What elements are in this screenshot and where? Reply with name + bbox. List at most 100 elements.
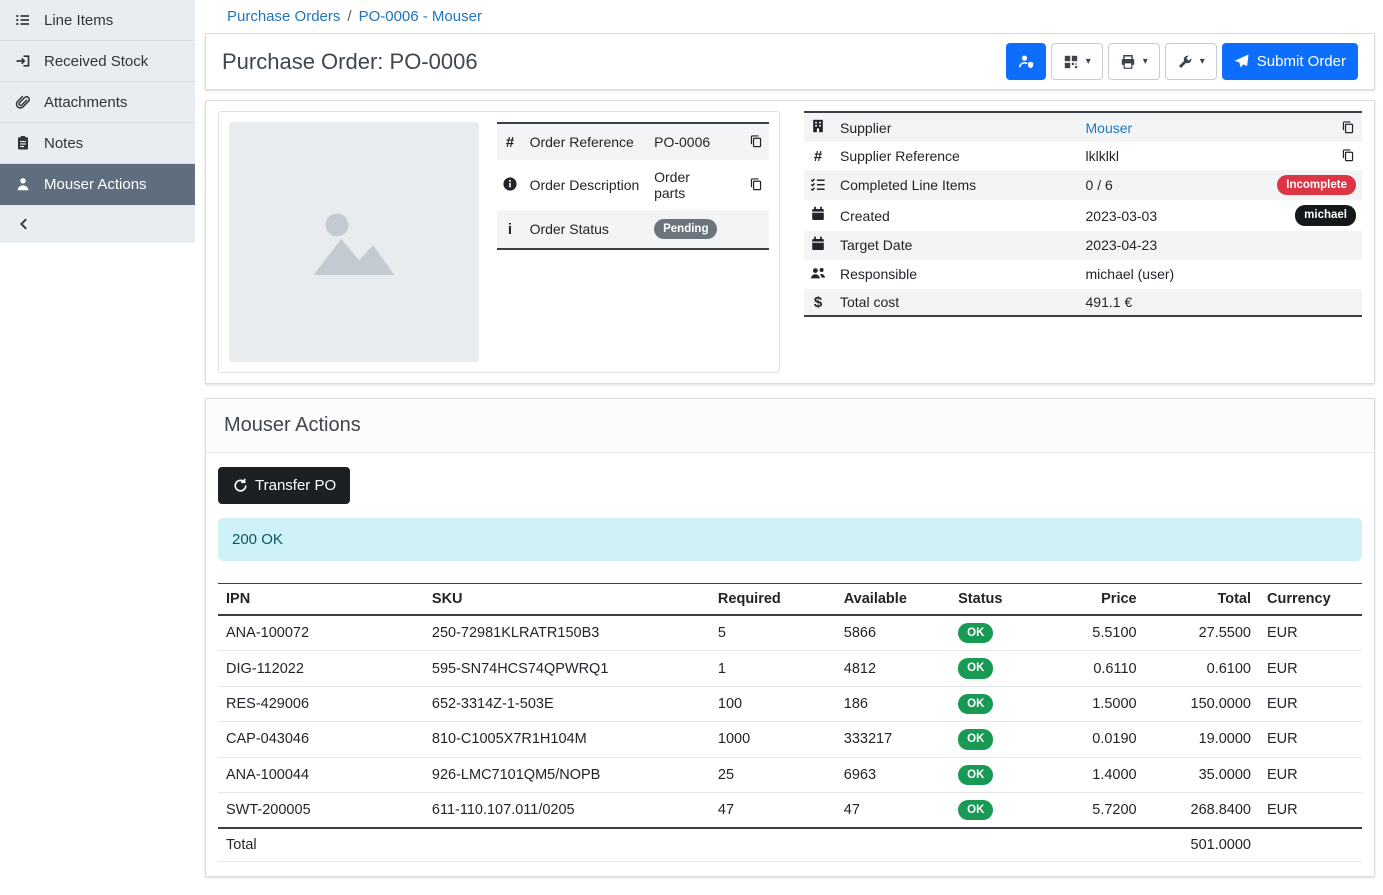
status-alert: 200 OK (218, 518, 1362, 561)
order-description-value: Order parts (654, 169, 690, 201)
issue-order-button[interactable] (1006, 43, 1046, 80)
footer-total-label: Total (218, 828, 424, 862)
breadcrumb-link-po-0006-mouser[interactable]: PO-0006 - Mouser (359, 8, 482, 25)
sign-in-icon (15, 53, 31, 69)
column-header-sku: SKU (424, 584, 710, 616)
cell-currency: EUR (1259, 722, 1362, 757)
cell-ipn: DIG-112022 (218, 651, 424, 686)
dollar-icon: $ (810, 294, 826, 310)
line-item-row: RES-429006652-3314Z-1-503E100186OK1.5000… (218, 686, 1362, 721)
main-content: Purchase Orders / PO-0006 - Mouser Purchas… (195, 0, 1383, 895)
order-reference-label: Order Reference (525, 123, 650, 160)
list-icon (15, 12, 31, 28)
hash-icon: # (502, 134, 518, 150)
chevron-left-icon (16, 216, 32, 232)
breadcrumb-link-purchase-orders[interactable]: Purchase Orders (227, 8, 340, 25)
detail-row-order-status: iOrder StatusPending (497, 210, 769, 249)
supplier-reference-value: lklklkl (1086, 148, 1119, 164)
user-icon (15, 176, 31, 192)
sidebar-item-received-stock[interactable]: Received Stock (0, 41, 195, 82)
paperclip-icon (15, 94, 31, 110)
hash-icon: # (810, 148, 826, 164)
cell-ipn: RES-429006 (218, 686, 424, 721)
order-actions-button[interactable]: ▾ (1165, 43, 1217, 80)
panel-header: Mouser Actions (206, 399, 1374, 453)
line-item-row: DIG-112022595-SN74HCS74QPWRQ114812OK0.61… (218, 651, 1362, 686)
sidebar-item-label: Attachments (44, 94, 127, 111)
copy-icon[interactable] (1340, 147, 1356, 163)
cell-available: 5866 (836, 615, 950, 651)
sidebar-collapse-button[interactable] (0, 205, 195, 243)
breadcrumb-separator: / (347, 8, 351, 25)
building-icon (810, 118, 826, 134)
mouser-actions-panel: Mouser Actions Transfer PO 200 OK IPNSKU… (205, 398, 1375, 877)
status-ok-badge: OK (958, 694, 993, 714)
order-details-card: # Order ReferencePO-0006Order Description… (205, 100, 1375, 384)
order-reference-value: PO-0006 (654, 134, 710, 150)
supplier-value-link[interactable]: Mouser (1086, 120, 1133, 136)
line-item-row: CAP-043046810-C1005X7R1H104M1000333217OK… (218, 722, 1362, 757)
cell-ipn: CAP-043046 (218, 722, 424, 757)
cell-currency: EUR (1259, 686, 1362, 721)
column-header-currency: Currency (1259, 584, 1362, 616)
column-header-total: Total (1145, 584, 1259, 616)
cell-ipn: ANA-100044 (218, 757, 424, 792)
completed-line-items-value: 0 / 6 (1086, 177, 1113, 193)
paper-plane-icon (1234, 54, 1250, 70)
status-ok-badge: OK (958, 765, 993, 785)
cell-price: 5.5100 (1065, 615, 1145, 651)
page-header: Purchase Order: PO-0006 ▾▾▾Submit Order (205, 33, 1375, 90)
cell-available: 6963 (836, 757, 950, 792)
cell-currency: EUR (1259, 757, 1362, 792)
copy-icon[interactable] (748, 133, 764, 149)
sidebar-item-line-items[interactable]: Line Items (0, 0, 195, 41)
printer-icon (1120, 54, 1136, 70)
line-item-row: ANA-100044926-LMC7101QM5/NOPB256963OK1.4… (218, 757, 1362, 792)
user-shield-icon (1018, 54, 1034, 70)
order-summary-box: # Order ReferencePO-0006Order Description… (218, 111, 780, 373)
page-title: Purchase Order: PO-0006 (222, 49, 478, 75)
incomplete-badge: Incomplete (1277, 175, 1356, 195)
column-header-ipn: IPN (218, 584, 424, 616)
calendar-icon (810, 236, 826, 252)
image-placeholder-icon (298, 190, 410, 295)
column-header-price: Price (1065, 584, 1145, 616)
copy-icon[interactable] (1340, 119, 1356, 135)
detail-row-created: Created2023-03-03michael (804, 200, 1362, 230)
cell-sku: 595-SN74HCS74QPWRQ1 (424, 651, 710, 686)
cell-available: 47 (836, 792, 950, 828)
cell-total: 150.0000 (1145, 686, 1259, 721)
table-header-row: IPNSKURequiredAvailableStatusPriceTotalC… (218, 584, 1362, 616)
cell-sku: 611-110.107.011/0205 (424, 792, 710, 828)
submit-order-label: Submit Order (1257, 53, 1346, 70)
sidebar-item-label: Received Stock (44, 53, 148, 70)
cell-required: 47 (710, 792, 836, 828)
sidebar-item-label: Notes (44, 135, 83, 152)
cell-total: 0.6100 (1145, 651, 1259, 686)
cell-total: 27.5500 (1145, 615, 1259, 651)
cell-ipn: SWT-200005 (218, 792, 424, 828)
supplier-info-box: SupplierMouser#Supplier Referencelklklkl… (804, 111, 1362, 317)
sidebar-nav: Line Items Received Stock Attachments Notes… (0, 0, 195, 205)
detail-row-total-cost: $Total cost491.1 € (804, 289, 1362, 317)
supplier-reference-label: Supplier Reference (834, 142, 1080, 170)
line-item-row: ANA-100072250-72981KLRATR150B355866OK5.5… (218, 615, 1362, 651)
sidebar-item-notes[interactable]: Notes (0, 123, 195, 164)
line-items-table: IPNSKURequiredAvailableStatusPriceTotalC… (218, 583, 1362, 862)
copy-icon[interactable] (748, 176, 764, 192)
submit-order-button[interactable]: Submit Order (1222, 43, 1358, 80)
total-cost-value: 491.1 € (1086, 294, 1133, 310)
order-image-placeholder[interactable] (229, 122, 479, 362)
cell-sku: 926-LMC7101QM5/NOPB (424, 757, 710, 792)
supplier-info-table: SupplierMouser#Supplier Referencelklklkl… (804, 111, 1362, 317)
transfer-po-button[interactable]: Transfer PO (218, 467, 350, 504)
status-ok-badge: OK (958, 800, 993, 820)
sidebar-item-mouser-actions[interactable]: Mouser Actions (0, 164, 195, 205)
status-ok-badge: OK (958, 729, 993, 749)
barcode-actions-button[interactable]: ▾ (1051, 43, 1103, 80)
print-actions-button[interactable]: ▾ (1108, 43, 1160, 80)
sidebar-item-attachments[interactable]: Attachments (0, 82, 195, 123)
order-description-label: Order Description (525, 160, 650, 210)
column-header-available: Available (836, 584, 950, 616)
michael-badge: michael (1295, 205, 1356, 225)
